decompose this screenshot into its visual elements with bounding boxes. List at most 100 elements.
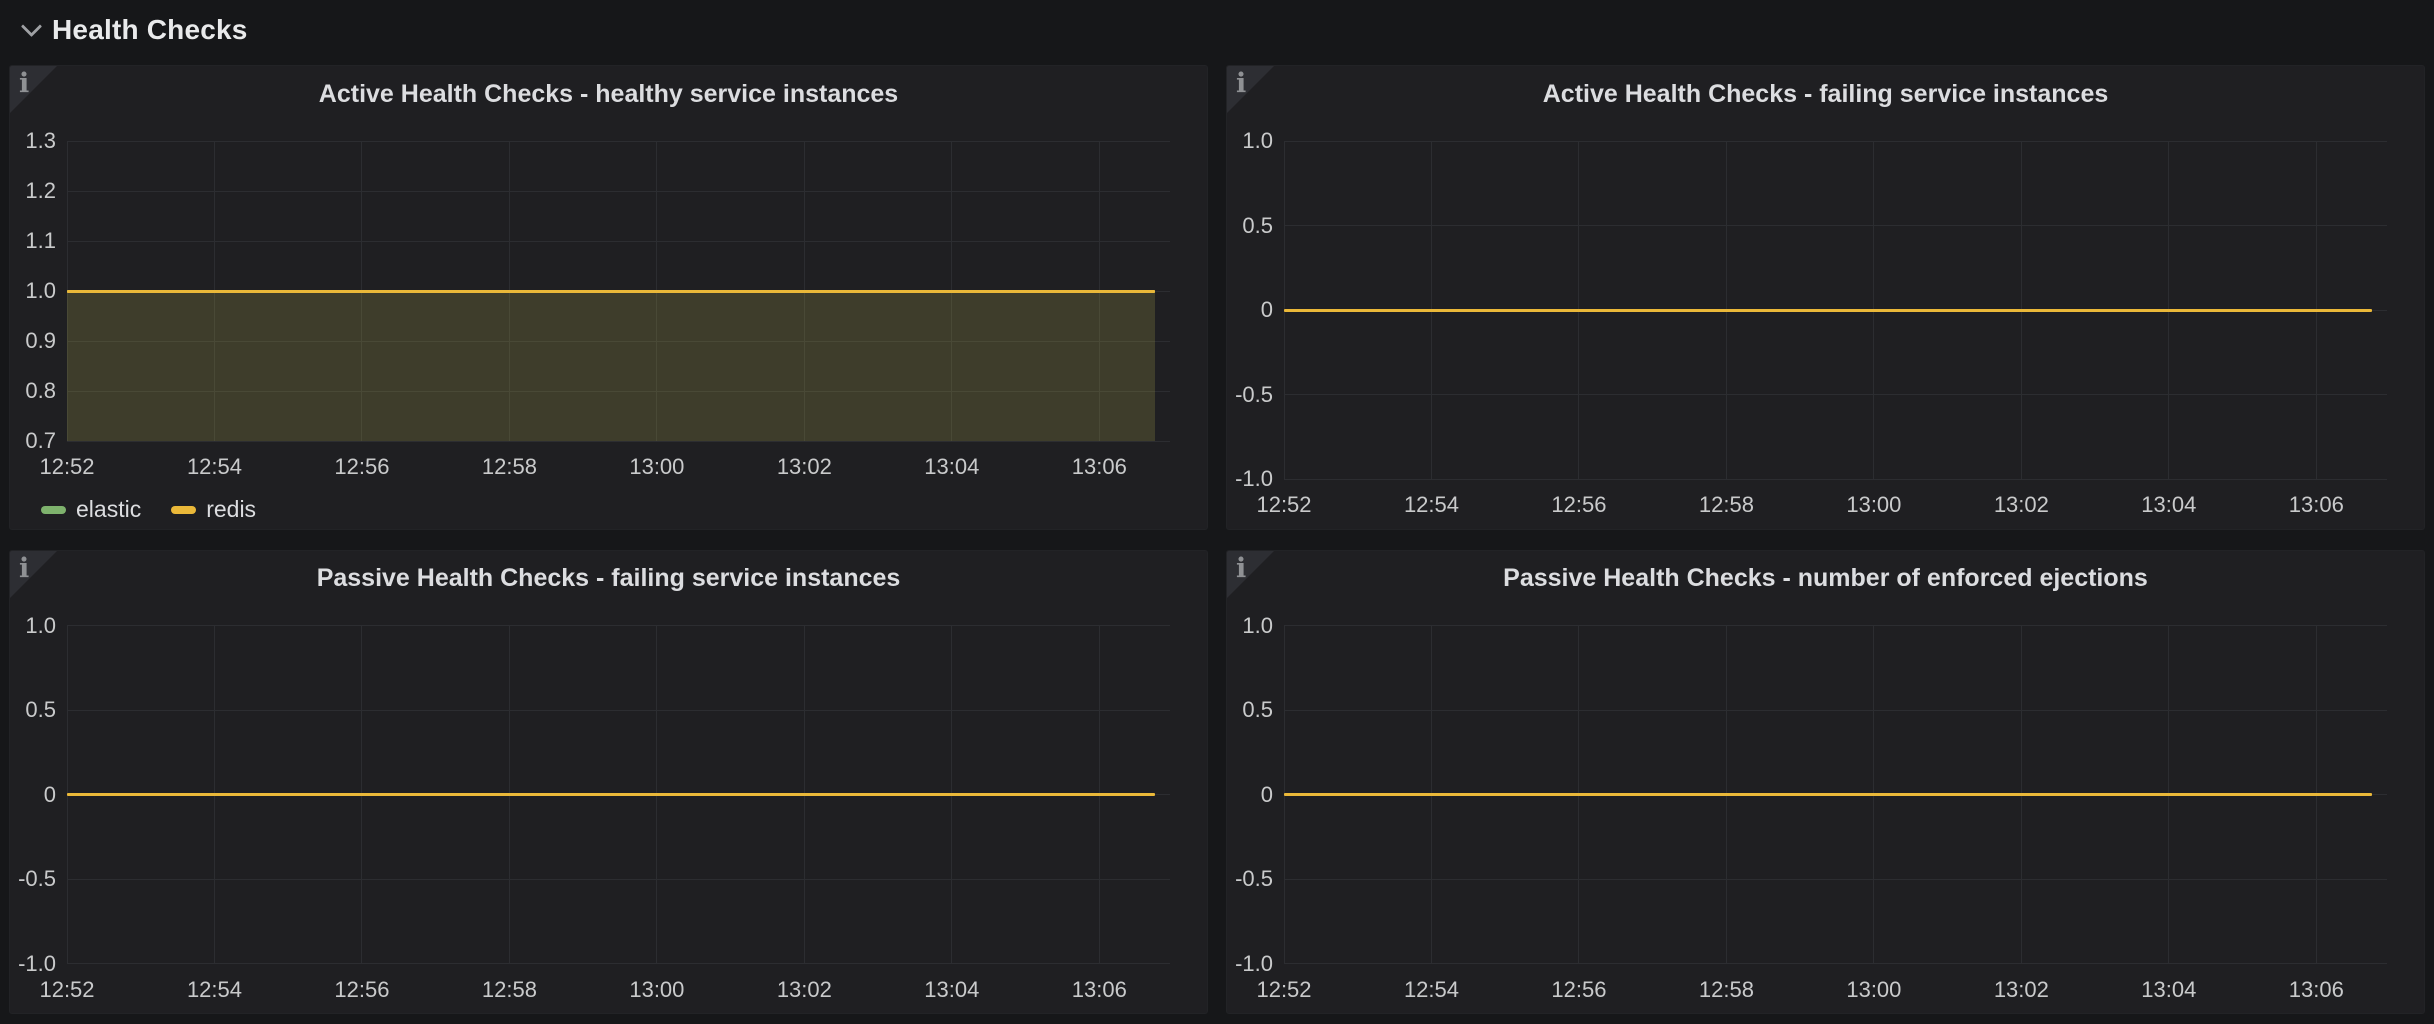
x-tick-label: 13:06	[1029, 454, 1169, 480]
legend-label: redis	[206, 496, 256, 523]
gridline-horizontal	[67, 710, 1170, 711]
panel-title[interactable]: Active Health Checks - failing service i…	[1227, 66, 2424, 122]
info-icon: i	[19, 68, 29, 99]
legend-item-redis[interactable]: redis	[171, 496, 256, 523]
x-tick-label: 12:58	[439, 977, 579, 1003]
series-line	[67, 793, 1155, 796]
x-tick-label: 12:56	[1509, 492, 1649, 518]
x-tick-label: 12:58	[1656, 492, 1796, 518]
x-tick-label: 13:06	[2246, 977, 2386, 1003]
legend: elastic redis	[41, 496, 256, 523]
y-tick-label: -0.5	[1227, 382, 1273, 408]
x-tick-label: 12:56	[292, 454, 432, 480]
legend-label: elastic	[76, 496, 141, 523]
x-tick-label: 12:52	[9, 977, 137, 1003]
y-tick-label: 0.9	[10, 328, 56, 354]
x-tick-label: 13:02	[1951, 977, 2091, 1003]
gridline-horizontal	[1284, 141, 2387, 142]
x-tick-label: 13:00	[1804, 977, 1944, 1003]
x-tick-label: 13:00	[587, 454, 727, 480]
x-tick-label: 13:00	[1804, 492, 1944, 518]
chart-canvas[interactable]: 1.00.50-0.5-1.012:5212:5412:5612:5813:00…	[1227, 607, 2424, 1014]
x-tick-label: 13:04	[882, 977, 1022, 1003]
panel-header: Active Health Checks - healthy service i…	[10, 66, 1207, 122]
panel-header: Active Health Checks - failing service i…	[1227, 66, 2424, 122]
y-tick-label: 1.2	[10, 178, 56, 204]
gridline-horizontal	[67, 963, 1170, 964]
y-tick-label: 0.5	[10, 697, 56, 723]
dashboard-row-health-checks[interactable]: Health Checks	[0, 0, 2434, 60]
gridline-horizontal	[1284, 710, 2387, 711]
x-tick-label: 12:52	[1226, 977, 1354, 1003]
gridline-horizontal	[1284, 963, 2387, 964]
gridline-horizontal	[1284, 625, 2387, 626]
x-tick-label: 13:00	[587, 977, 727, 1003]
y-tick-label: 0.8	[10, 378, 56, 404]
x-tick-label: 12:54	[144, 977, 284, 1003]
series-fill	[67, 291, 1155, 441]
x-tick-label: 12:52	[9, 454, 137, 480]
x-tick-label: 12:54	[144, 454, 284, 480]
y-tick-label: 0	[10, 782, 56, 808]
y-tick-label: 0.7	[10, 428, 56, 454]
x-tick-label: 13:02	[734, 977, 874, 1003]
y-tick-label: -1.0	[1227, 466, 1273, 492]
panel-passive-failing: Passive Health Checks - failing service …	[9, 550, 1208, 1015]
info-icon: i	[19, 553, 29, 584]
y-tick-label: -0.5	[1227, 866, 1273, 892]
y-tick-label: 1.0	[1227, 128, 1273, 154]
x-tick-label: 13:06	[2246, 492, 2386, 518]
gridline-horizontal	[67, 141, 1170, 142]
panel-title[interactable]: Passive Health Checks - number of enforc…	[1227, 551, 2424, 607]
panel-active-healthy: Active Health Checks - healthy service i…	[9, 65, 1208, 530]
y-tick-label: 1.1	[10, 228, 56, 254]
panel-passive-ejections: Passive Health Checks - number of enforc…	[1226, 550, 2425, 1015]
y-tick-label: 0.5	[1227, 697, 1273, 723]
panel-title[interactable]: Passive Health Checks - failing service …	[10, 551, 1207, 607]
row-title[interactable]: Health Checks	[52, 14, 248, 46]
legend-swatch	[171, 506, 196, 514]
info-corner-icon[interactable]: i	[10, 66, 57, 113]
gridline-horizontal	[1284, 879, 2387, 880]
x-tick-label: 12:52	[1226, 492, 1354, 518]
x-tick-label: 13:04	[882, 454, 1022, 480]
gridline-horizontal	[1284, 225, 2387, 226]
chart-canvas[interactable]: 1.00.50-0.5-1.012:5212:5412:5612:5813:00…	[10, 607, 1207, 1014]
gridline-horizontal	[67, 191, 1170, 192]
x-tick-label: 13:04	[2099, 492, 2239, 518]
panel-active-failing: Active Health Checks - failing service i…	[1226, 65, 2425, 530]
info-icon: i	[1236, 68, 1246, 99]
x-tick-label: 13:04	[2099, 977, 2239, 1003]
x-tick-label: 12:54	[1361, 977, 1501, 1003]
series-line	[1284, 309, 2372, 312]
y-tick-label: -0.5	[10, 866, 56, 892]
info-corner-icon[interactable]: i	[1227, 66, 1274, 113]
x-tick-label: 13:02	[1951, 492, 2091, 518]
chart-canvas[interactable]: 1.31.21.11.00.90.80.712:5212:5412:5612:5…	[10, 122, 1207, 529]
y-tick-label: 0	[1227, 297, 1273, 323]
info-icon: i	[1236, 553, 1246, 584]
gridline-horizontal	[67, 241, 1170, 242]
series-line	[67, 290, 1155, 293]
panel-grid: Active Health Checks - healthy service i…	[9, 65, 2425, 1014]
info-corner-icon[interactable]: i	[10, 551, 57, 598]
chart-canvas[interactable]: 1.00.50-0.5-1.012:5212:5412:5612:5813:00…	[1227, 122, 2424, 529]
y-tick-label: 1.0	[10, 278, 56, 304]
legend-swatch	[41, 506, 66, 514]
info-corner-icon[interactable]: i	[1227, 551, 1274, 598]
legend-item-elastic[interactable]: elastic	[41, 496, 141, 523]
series-line	[1284, 793, 2372, 796]
y-tick-label: 1.0	[10, 613, 56, 639]
x-tick-label: 12:54	[1361, 492, 1501, 518]
x-tick-label: 12:56	[292, 977, 432, 1003]
x-tick-label: 12:58	[439, 454, 579, 480]
panel-header: Passive Health Checks - failing service …	[10, 551, 1207, 607]
y-tick-label: 1.0	[1227, 613, 1273, 639]
gridline-horizontal	[67, 625, 1170, 626]
gridline-horizontal	[1284, 394, 2387, 395]
y-tick-label: -1.0	[1227, 951, 1273, 977]
chevron-down-icon[interactable]	[21, 16, 42, 37]
x-tick-label: 12:58	[1656, 977, 1796, 1003]
panel-title[interactable]: Active Health Checks - healthy service i…	[10, 66, 1207, 122]
x-tick-label: 13:02	[734, 454, 874, 480]
